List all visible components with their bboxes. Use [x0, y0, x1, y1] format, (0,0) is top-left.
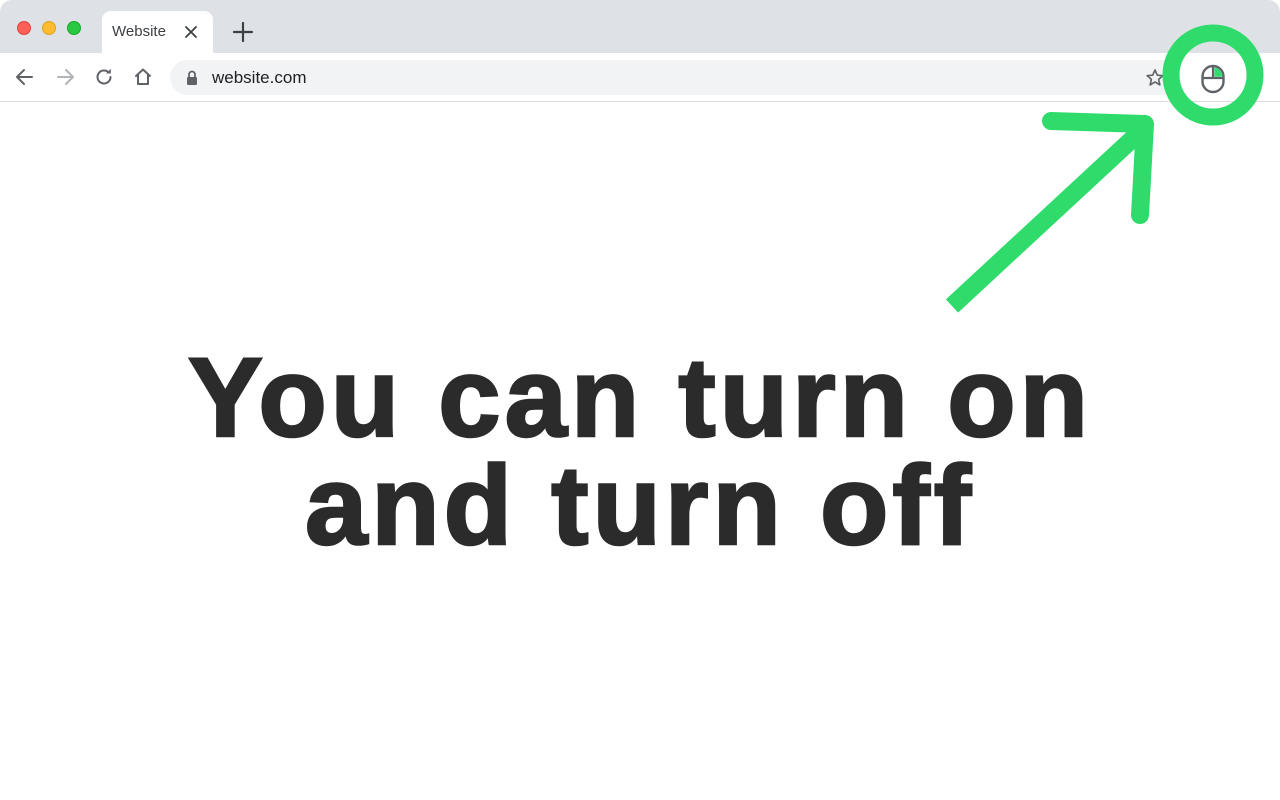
star-icon[interactable]	[1144, 67, 1166, 89]
tab-title: Website	[112, 23, 166, 40]
window-close-button[interactable]	[17, 21, 31, 35]
headline-line-1: You can turn on	[187, 335, 1093, 460]
window-maximize-button[interactable]	[67, 21, 81, 35]
lock-icon	[187, 70, 197, 85]
browser-tab[interactable]: Website	[102, 11, 213, 53]
plus-icon[interactable]	[232, 21, 254, 43]
page-headline: You can turn on and turn off	[0, 335, 1280, 568]
home-icon[interactable]	[132, 66, 154, 88]
page-content: You can turn on and turn off	[0, 102, 1280, 800]
window-minimize-button[interactable]	[42, 21, 56, 35]
browser-window: Website website.com You can turn on and …	[0, 0, 1280, 800]
extension-button[interactable]	[1190, 55, 1236, 101]
headline-line-2: and turn off	[304, 443, 976, 568]
url-text[interactable]: website.com	[212, 68, 306, 88]
browser-toolbar: website.com	[0, 53, 1280, 102]
close-icon[interactable]	[182, 23, 200, 41]
arrow-left-icon[interactable]	[14, 66, 36, 88]
mouse-icon	[1201, 64, 1225, 94]
tab-strip: Website	[0, 0, 1280, 53]
address-bar[interactable]: website.com	[170, 60, 1180, 95]
arrow-right-icon[interactable]	[54, 66, 76, 88]
reload-icon[interactable]	[93, 66, 115, 88]
